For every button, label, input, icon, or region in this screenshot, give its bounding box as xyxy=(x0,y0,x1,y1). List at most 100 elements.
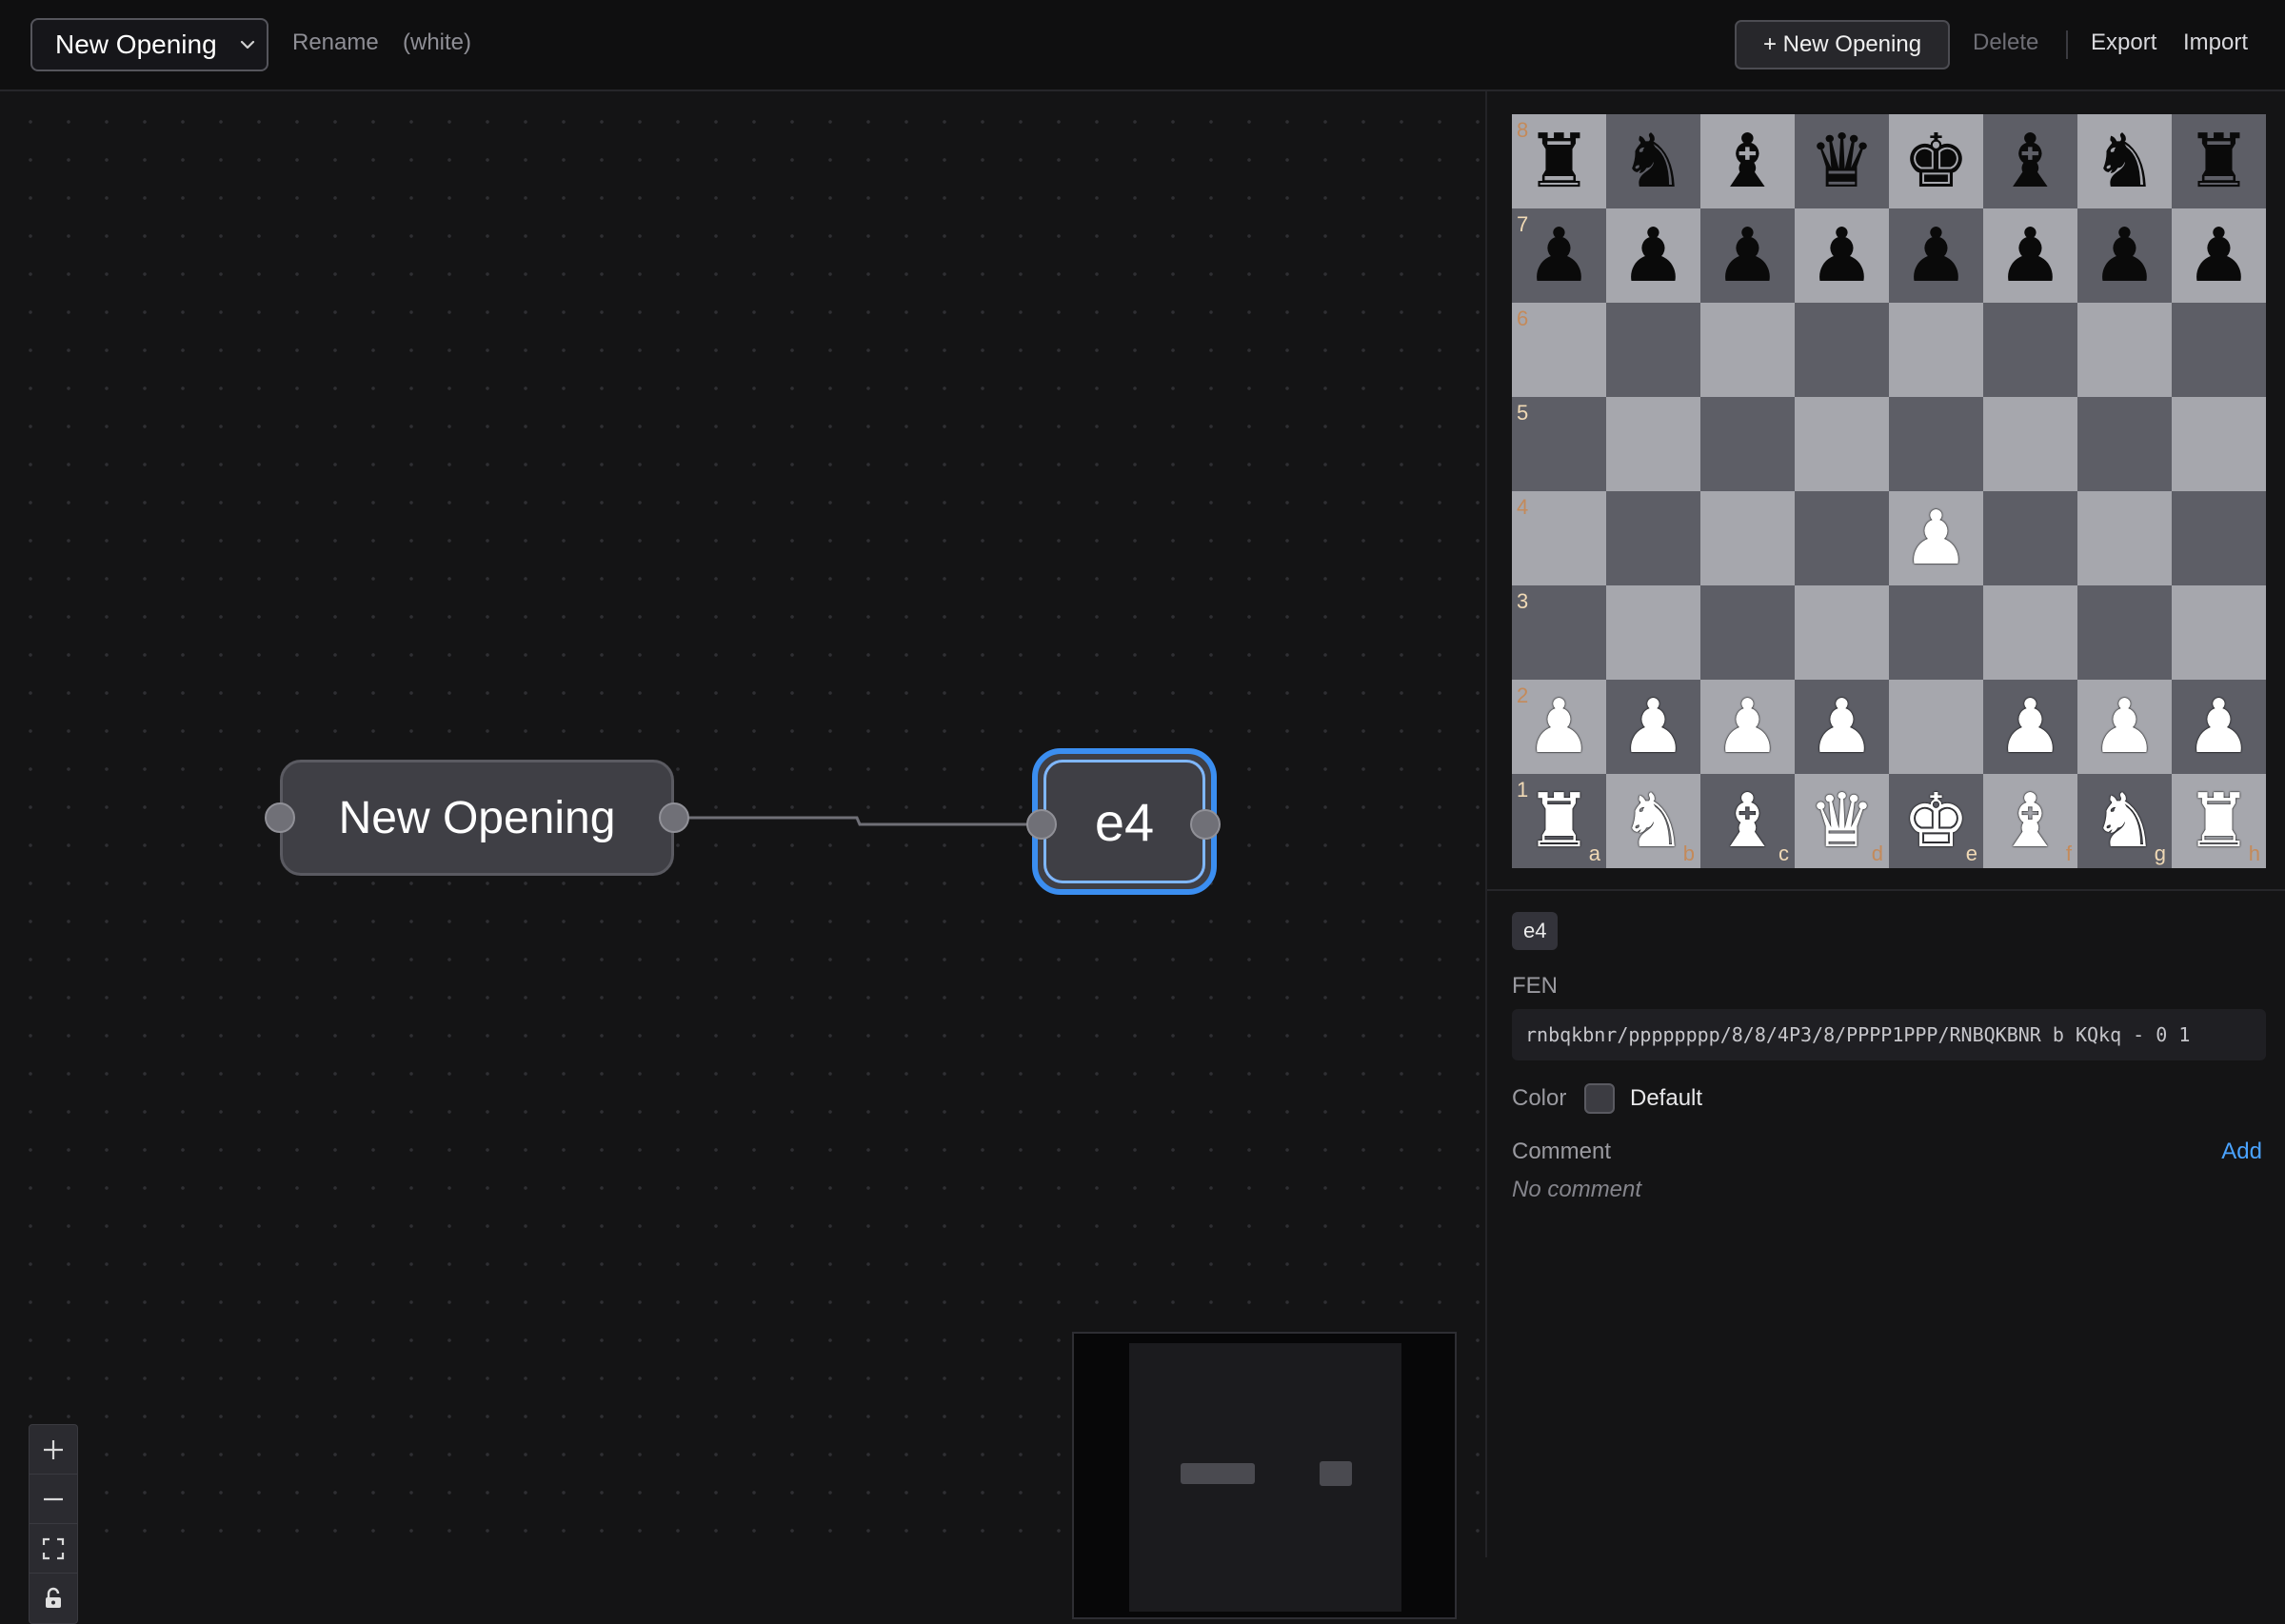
square-f6[interactable] xyxy=(1983,303,2077,397)
lock-button[interactable] xyxy=(30,1574,77,1623)
square-a4[interactable]: 4 xyxy=(1512,491,1606,585)
square-e6[interactable] xyxy=(1889,303,1983,397)
square-f3[interactable] xyxy=(1983,585,2077,680)
square-b3[interactable] xyxy=(1606,585,1700,680)
node-input-handle[interactable] xyxy=(1026,809,1057,840)
square-e2[interactable] xyxy=(1889,680,1983,774)
white-rook-icon[interactable]: ♜ xyxy=(2186,784,2253,859)
zoom-out-button[interactable] xyxy=(30,1475,77,1524)
white-pawn-icon[interactable]: ♟ xyxy=(1715,690,1781,764)
square-d4[interactable] xyxy=(1795,491,1889,585)
square-c1[interactable]: ♝ c xyxy=(1700,774,1795,868)
new-opening-button[interactable]: + New Opening xyxy=(1735,20,1950,69)
square-b8[interactable]: ♞ xyxy=(1606,114,1700,208)
square-b6[interactable] xyxy=(1606,303,1700,397)
square-c4[interactable] xyxy=(1700,491,1795,585)
white-pawn-icon[interactable]: ♟ xyxy=(2186,690,2253,764)
black-rook-icon[interactable]: ♜ xyxy=(2186,125,2253,199)
square-c3[interactable] xyxy=(1700,585,1795,680)
square-g6[interactable] xyxy=(2077,303,2172,397)
square-b7[interactable]: ♟ xyxy=(1606,208,1700,303)
export-button[interactable]: Export xyxy=(2091,30,2156,56)
square-f5[interactable] xyxy=(1983,397,2077,491)
node-output-handle[interactable] xyxy=(659,802,689,833)
square-e3[interactable] xyxy=(1889,585,1983,680)
square-g8[interactable]: ♞ xyxy=(2077,114,2172,208)
black-pawn-icon[interactable]: ♟ xyxy=(1526,219,1593,293)
add-comment-button[interactable]: Add xyxy=(2221,1139,2262,1165)
chess-board[interactable]: ♜ 8 ♞ ♝ ♛ ♚ ♝ ♞ ♜ ♟ 7 ♟ ♟ ♟ ♟ ♟ ♟ ♟ 6 5 4 ♟ 3 ♟ 2 ♟ ♟ ♟ ♟ ♟ ♟ ♜ 1 a ♞ b ♝ c ♛ d… xyxy=(1512,114,2266,868)
square-g2[interactable]: ♟ xyxy=(2077,680,2172,774)
node-output-handle[interactable] xyxy=(1190,809,1221,840)
square-c8[interactable]: ♝ xyxy=(1700,114,1795,208)
square-g7[interactable]: ♟ xyxy=(2077,208,2172,303)
graph-canvas[interactable]: New Opening e4 xyxy=(0,91,1485,1624)
square-e5[interactable] xyxy=(1889,397,1983,491)
square-b4[interactable] xyxy=(1606,491,1700,585)
black-pawn-icon[interactable]: ♟ xyxy=(2092,219,2158,293)
square-c2[interactable]: ♟ xyxy=(1700,680,1795,774)
minimap-viewport[interactable] xyxy=(1129,1343,1401,1612)
square-g3[interactable] xyxy=(2077,585,2172,680)
square-g5[interactable] xyxy=(2077,397,2172,491)
rename-button[interactable]: Rename xyxy=(292,30,379,56)
black-pawn-icon[interactable]: ♟ xyxy=(1903,219,1970,293)
square-f8[interactable]: ♝ xyxy=(1983,114,2077,208)
black-bishop-icon[interactable]: ♝ xyxy=(1997,125,2064,199)
white-pawn-icon[interactable]: ♟ xyxy=(1997,690,2064,764)
fit-view-button[interactable] xyxy=(30,1524,77,1574)
square-b2[interactable]: ♟ xyxy=(1606,680,1700,774)
square-h7[interactable]: ♟ xyxy=(2172,208,2266,303)
square-e1[interactable]: ♚ e xyxy=(1889,774,1983,868)
white-pawn-icon[interactable]: ♟ xyxy=(1903,502,1970,576)
black-pawn-icon[interactable]: ♟ xyxy=(1620,219,1687,293)
white-rook-icon[interactable]: ♜ xyxy=(1526,784,1593,859)
import-button[interactable]: Import xyxy=(2183,30,2248,56)
black-pawn-icon[interactable]: ♟ xyxy=(1715,219,1781,293)
node-input-handle[interactable] xyxy=(265,802,295,833)
square-a1[interactable]: ♜ 1 a xyxy=(1512,774,1606,868)
black-king-icon[interactable]: ♚ xyxy=(1903,125,1970,199)
zoom-in-button[interactable] xyxy=(30,1425,77,1475)
graph-node-root[interactable]: New Opening xyxy=(280,760,674,876)
square-g1[interactable]: ♞ g xyxy=(2077,774,2172,868)
square-d5[interactable] xyxy=(1795,397,1889,491)
square-b5[interactable] xyxy=(1606,397,1700,491)
square-d7[interactable]: ♟ xyxy=(1795,208,1889,303)
white-bishop-icon[interactable]: ♝ xyxy=(1997,784,2064,859)
fen-field[interactable]: rnbqkbnr/pppppppp/8/8/4P3/8/PPPP1PPP/RNB… xyxy=(1512,1009,2266,1060)
square-e8[interactable]: ♚ xyxy=(1889,114,1983,208)
square-d3[interactable] xyxy=(1795,585,1889,680)
black-queen-icon[interactable]: ♛ xyxy=(1809,125,1876,199)
white-king-icon[interactable]: ♚ xyxy=(1903,784,1970,859)
square-h8[interactable]: ♜ xyxy=(2172,114,2266,208)
square-a8[interactable]: ♜ 8 xyxy=(1512,114,1606,208)
graph-node-e4[interactable]: e4 xyxy=(1032,748,1217,895)
delete-button[interactable]: Delete xyxy=(1973,30,2038,56)
square-a3[interactable]: 3 xyxy=(1512,585,1606,680)
black-pawn-icon[interactable]: ♟ xyxy=(1997,219,2064,293)
square-h1[interactable]: ♜ h xyxy=(2172,774,2266,868)
black-knight-icon[interactable]: ♞ xyxy=(1620,125,1687,199)
square-f2[interactable]: ♟ xyxy=(1983,680,2077,774)
black-knight-icon[interactable]: ♞ xyxy=(2092,125,2158,199)
white-pawn-icon[interactable]: ♟ xyxy=(1526,690,1593,764)
square-h4[interactable] xyxy=(2172,491,2266,585)
square-e7[interactable]: ♟ xyxy=(1889,208,1983,303)
opening-select[interactable]: New Opening xyxy=(30,18,268,71)
square-c5[interactable] xyxy=(1700,397,1795,491)
square-d2[interactable]: ♟ xyxy=(1795,680,1889,774)
square-e4[interactable]: ♟ xyxy=(1889,491,1983,585)
square-d8[interactable]: ♛ xyxy=(1795,114,1889,208)
white-pawn-icon[interactable]: ♟ xyxy=(1809,690,1876,764)
black-pawn-icon[interactable]: ♟ xyxy=(2186,219,2253,293)
color-swatch[interactable] xyxy=(1584,1083,1615,1114)
white-knight-icon[interactable]: ♞ xyxy=(1620,784,1687,859)
black-pawn-icon[interactable]: ♟ xyxy=(1809,219,1876,293)
black-rook-icon[interactable]: ♜ xyxy=(1526,125,1593,199)
square-h3[interactable] xyxy=(2172,585,2266,680)
white-queen-icon[interactable]: ♛ xyxy=(1809,784,1876,859)
black-bishop-icon[interactable]: ♝ xyxy=(1715,125,1781,199)
square-d6[interactable] xyxy=(1795,303,1889,397)
square-d1[interactable]: ♛ d xyxy=(1795,774,1889,868)
